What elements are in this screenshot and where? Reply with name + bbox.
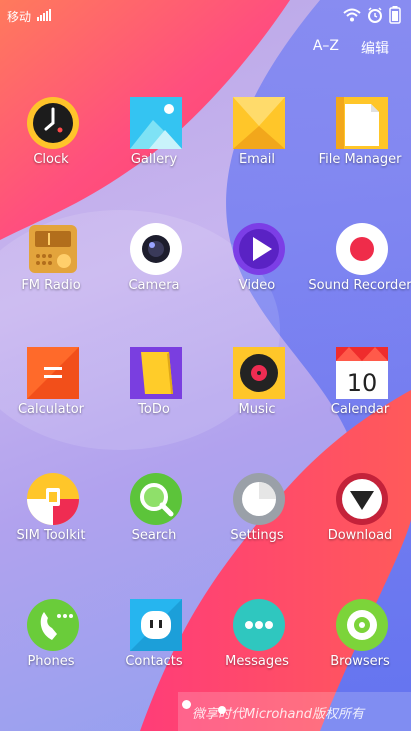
video-icon [233, 223, 285, 275]
sort-az-button[interactable]: A–Z [313, 38, 339, 58]
messages-icon [233, 599, 285, 651]
contacts-icon [130, 599, 182, 651]
download-icon [336, 473, 388, 525]
app-label: Clock [33, 152, 69, 167]
home-screen: 移动 A–Z 编辑 Clock Gallery Email File Manag… [0, 0, 411, 731]
alarm-icon [368, 7, 382, 23]
battery-icon [389, 6, 401, 24]
fm-radio-icon [29, 225, 77, 273]
app-label: SIM Toolkit [16, 528, 86, 543]
sound-recorder-icon [336, 223, 388, 275]
app-label: Contacts [125, 654, 183, 669]
app-label: FM Radio [21, 278, 81, 293]
app-label: Music [238, 402, 276, 417]
signal-icon [37, 9, 51, 21]
app-label: Search [131, 528, 177, 543]
watermark: 微享时代Microhand版权所有 [178, 692, 411, 731]
app-email[interactable]: Email [206, 88, 308, 196]
gallery-icon [130, 97, 182, 149]
status-bar: 移动 [0, 0, 411, 32]
app-label: Video [238, 278, 276, 293]
app-messages[interactable]: Messages [206, 590, 308, 698]
music-icon [233, 347, 285, 399]
wifi-icon [343, 8, 361, 22]
clock-icon [27, 97, 79, 149]
browser-icon [336, 599, 388, 651]
app-music[interactable]: Music [206, 338, 308, 446]
app-sound-recorder[interactable]: Sound Recorder [308, 214, 411, 322]
app-gallery[interactable]: Gallery [103, 88, 205, 196]
app-label: Browsers [330, 654, 390, 669]
camera-icon [130, 223, 182, 275]
todo-icon [130, 347, 182, 399]
app-camera[interactable]: Camera [103, 214, 205, 322]
app-file-manager[interactable]: File Manager [309, 88, 411, 196]
file-manager-icon [336, 97, 388, 149]
app-contacts[interactable]: Contacts [103, 590, 205, 698]
carrier-label: 移动 [7, 10, 32, 24]
search-icon [130, 473, 182, 525]
app-label: Email [238, 152, 276, 167]
edit-button[interactable]: 编辑 [361, 38, 389, 58]
app-label: File Manager [318, 152, 402, 167]
app-label: Messages [225, 654, 289, 669]
app-label: Calculator [17, 402, 84, 417]
app-calculator[interactable]: Calculator [0, 338, 102, 446]
app-sim-toolkit[interactable]: SIM Toolkit [0, 464, 102, 572]
app-label: ToDo [138, 402, 170, 417]
app-search[interactable]: Search [103, 464, 205, 572]
calculator-icon [27, 347, 79, 399]
calendar-day: 10 [347, 369, 378, 397]
app-label: Download [327, 528, 393, 543]
app-settings[interactable]: Settings [206, 464, 308, 572]
app-clock[interactable]: Clock [0, 88, 102, 196]
app-fm-radio[interactable]: FM Radio [0, 214, 102, 322]
app-label: Settings [230, 528, 284, 543]
app-browser[interactable]: Browsers [309, 590, 411, 698]
sim-toolkit-icon [27, 473, 79, 525]
app-label: Camera [128, 278, 180, 293]
app-label: Phones [27, 654, 75, 669]
app-phone[interactable]: Phones [0, 590, 102, 698]
app-label: Calendar [330, 402, 390, 417]
settings-icon [233, 473, 285, 525]
watermark-dot [182, 700, 191, 709]
phone-icon [27, 599, 79, 651]
app-video[interactable]: Video [206, 214, 308, 322]
app-label: Sound Recorder [308, 278, 411, 293]
watermark-text: 微享时代Microhand版权所有 [192, 707, 364, 722]
email-icon [233, 97, 285, 149]
app-calendar[interactable]: 10 Calendar [309, 338, 411, 446]
calendar-icon: 10 [336, 347, 388, 399]
app-label: Gallery [130, 152, 178, 167]
app-todo[interactable]: ToDo [103, 338, 205, 446]
app-download[interactable]: Download [309, 464, 411, 572]
